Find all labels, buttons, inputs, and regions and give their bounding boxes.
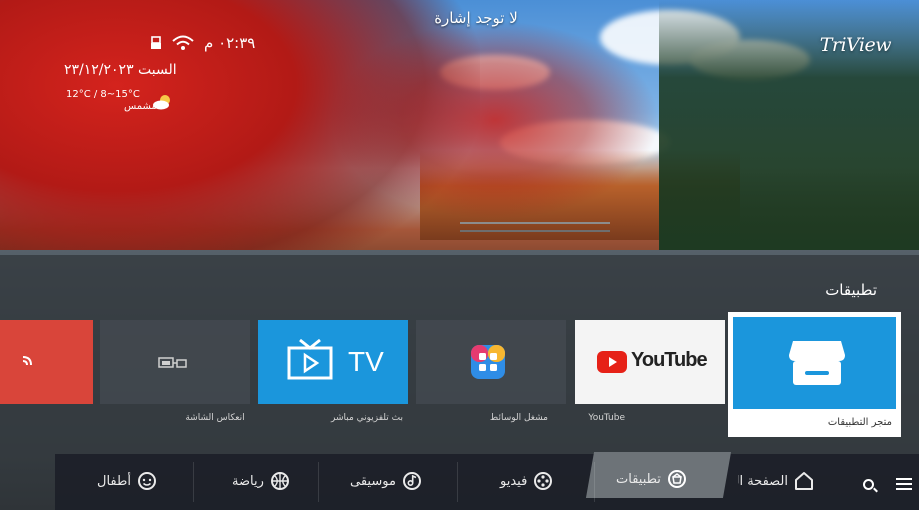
nav-item-apps[interactable]: تطبيقات [616,464,687,494]
apps-icon [667,470,686,488]
app-label-youtube: YouTube [588,413,625,423]
app-tile-live-tv[interactable]: TV [258,320,408,404]
signal-icon [22,356,32,366]
nav-label-home: الصفحة الر [738,473,788,489]
nav-item-music[interactable]: موسيقى [350,466,422,496]
tv-wordmark: TV [348,346,384,377]
wifi-icon [172,35,194,50]
app-tile-media-player[interactable] [416,320,566,404]
status-row: ٠٢:٣٩ م [150,34,255,52]
date-text: السبت ٢٣/١٢/٢٠٢٣ [64,62,177,78]
nav-label-music: موسيقى [350,473,396,489]
app-label-live-tv: بث تلفزيوني مباشر [330,413,403,423]
app-store-banner [733,317,896,409]
nav-item-home[interactable]: الصفحة الر [738,466,814,496]
media-player-icon [471,345,505,379]
app-tile-app-store[interactable]: متجر التطبيقات [728,312,901,437]
nav-label-kids: أطفال [97,473,131,489]
weather-temperature: 12°C / 8~15°C [66,89,140,100]
home-icon [795,472,813,490]
sports-icon [270,472,289,490]
app-store-icon [789,341,845,385]
screen-cast-icon [158,357,187,368]
no-signal-text: لا توجد إشارة [434,9,518,27]
nav-label-apps: تطبيقات [616,471,661,487]
app-label-media-player: مشغل الوسائط [489,413,548,423]
nav-label-video: فيديو [500,473,528,489]
app-label-app-store: متجر التطبيقات [827,417,892,428]
menu-icon[interactable] [896,478,912,490]
tv-icon [287,338,333,380]
app-tile-youtube[interactable]: YouTube [575,320,725,404]
weather-condition: مشمس [124,101,157,112]
clock-time: ٠٢:٣٩ م [204,34,256,52]
app-tile-screen-mirroring[interactable] [100,320,250,404]
youtube-wordmark: YouTube [631,349,708,371]
usb-icon [151,36,161,49]
weather-widget: 12°C / 8~15°C مشمس [66,89,170,112]
app-label-screen-mirroring: انعكاس الشاشة [185,413,245,423]
app-tile-signal[interactable] [0,320,93,404]
nav-item-kids[interactable]: أطفال [97,466,157,496]
music-icon [402,472,421,490]
brand-logo: TriView [819,34,892,56]
search-icon[interactable] [863,479,874,490]
section-title: تطبيقات [825,281,877,299]
nav-label-sports: رياضة [232,473,264,489]
video-icon [534,472,553,490]
nav-item-video[interactable]: فيديو [500,466,553,496]
kids-icon [137,472,156,490]
youtube-icon [597,351,627,373]
nav-item-sports[interactable]: رياضة [232,466,290,496]
